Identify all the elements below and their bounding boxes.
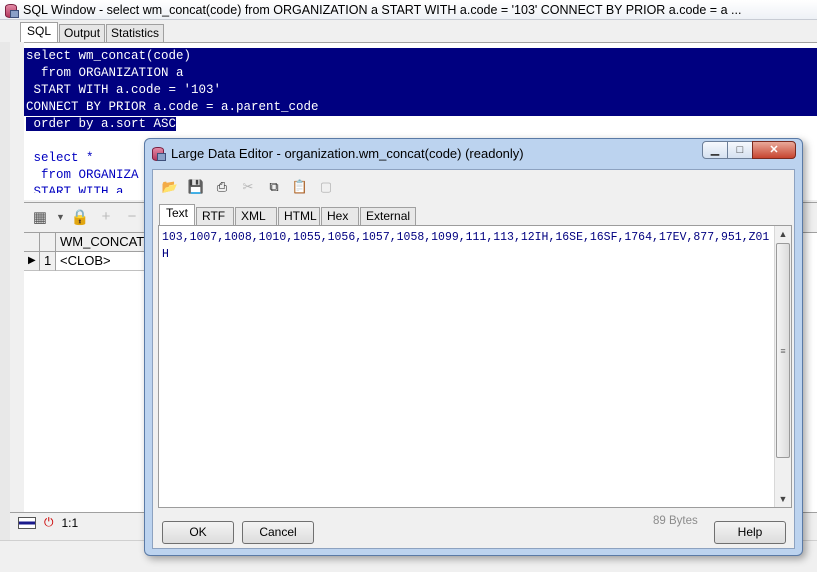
tab-statistics[interactable]: Statistics — [106, 24, 165, 42]
tab-xml[interactable]: XML — [235, 207, 278, 225]
grid-corner — [24, 233, 40, 252]
dialog-tabs: Text RTF XML HTML Hex External — [159, 204, 417, 225]
cancel-button[interactable]: Cancel — [242, 521, 314, 544]
database-icon — [151, 146, 166, 161]
sql-window-titlebar: SQL Window - select wm_concat(code) from… — [0, 0, 817, 20]
code-line: select wm_concat(code) — [24, 48, 817, 65]
clear-icon[interactable]: ▢ — [315, 177, 337, 197]
cut-icon[interactable]: ✂ — [237, 177, 259, 197]
column-header-wm-concat[interactable]: WM_CONCAT — [56, 233, 156, 252]
scroll-up-icon[interactable]: ▲ — [775, 226, 791, 242]
tab-sql[interactable]: SQL — [20, 22, 59, 42]
code-line: CONNECT BY PRIOR a.code = a.parent_code — [24, 99, 817, 116]
tab-external[interactable]: External — [360, 207, 417, 225]
left-gutter — [0, 42, 10, 542]
dialog-title: Large Data Editor - organization.wm_conc… — [171, 145, 524, 161]
add-record-icon[interactable]: + — [96, 208, 116, 225]
database-icon — [4, 3, 19, 18]
grid-view-icon[interactable]: ▦ — [30, 208, 50, 226]
open-folder-icon[interactable]: 📂 — [159, 177, 181, 197]
maximize-button[interactable]: □ — [727, 141, 753, 159]
size-label: 89 Bytes — [653, 515, 698, 527]
print-icon[interactable]: ⎙ — [211, 177, 233, 197]
scroll-down-icon[interactable]: ▼ — [775, 491, 791, 507]
status-flag-icon — [18, 516, 36, 529]
sql-tabs: SQL Output Statistics — [20, 22, 165, 42]
row-number: 1 — [40, 252, 56, 271]
tab-html[interactable]: HTML — [278, 207, 321, 225]
minimize-button[interactable]: ▁ — [702, 141, 728, 159]
code-line: START WITH a.code = '103' — [24, 82, 817, 99]
vertical-scrollbar[interactable]: ▲ ≡ ▼ — [774, 226, 791, 507]
grid-rownum-header — [40, 233, 56, 252]
grid-header: WM_CONCAT — [24, 233, 156, 252]
ok-button[interactable]: OK — [162, 521, 234, 544]
table-row[interactable]: ▶ 1 <CLOB> — [24, 252, 156, 271]
dialog-titlebar[interactable]: Large Data Editor - organization.wm_conc… — [145, 139, 802, 167]
delete-record-icon[interactable]: − — [122, 208, 142, 225]
code-line: order by a.sort ASC — [26, 117, 177, 131]
scrollbar-thumb[interactable]: ≡ — [776, 243, 790, 458]
code-line: from ORGANIZATION a — [24, 65, 817, 82]
data-text-area[interactable]: 103,1007,1008,1010,1055,1056,1057,1058,1… — [158, 225, 792, 508]
help-button[interactable]: Help — [714, 521, 786, 544]
copy-icon[interactable]: ⧉ — [263, 177, 285, 197]
clob-cell[interactable]: <CLOB> — [56, 252, 156, 271]
clob-content: 103,1007,1008,1010,1055,1056,1057,1058,1… — [162, 231, 770, 261]
tab-rtf[interactable]: RTF — [196, 207, 235, 225]
row-indicator-icon: ▶ — [24, 252, 40, 271]
dialog-client: 📂 💾 ⎙ ✂ ⧉ 📋 ▢ Text RTF XML HTML Hex Exte… — [152, 169, 795, 549]
dropdown-arrow-icon[interactable]: ▼ — [56, 212, 65, 222]
save-icon[interactable]: 💾 — [185, 177, 207, 197]
close-button[interactable]: ✕ — [752, 141, 796, 159]
paste-icon[interactable]: 📋 — [289, 177, 311, 197]
dialog-toolbar: 📂 💾 ⎙ ✂ ⧉ 📋 ▢ — [159, 176, 337, 198]
lock-icon[interactable]: 🔒 — [70, 208, 90, 226]
window-buttons: ▁ □ ✕ — [702, 141, 796, 159]
tab-text[interactable]: Text — [159, 204, 196, 225]
sql-window-title: SQL Window - select wm_concat(code) from… — [23, 2, 742, 17]
large-data-editor-dialog: Large Data Editor - organization.wm_conc… — [144, 138, 803, 556]
tab-hex[interactable]: Hex — [321, 207, 360, 225]
stop-icon[interactable]: ⏻ — [44, 515, 54, 530]
cursor-position: 1:1 — [61, 515, 79, 530]
tab-output[interactable]: Output — [59, 24, 106, 42]
